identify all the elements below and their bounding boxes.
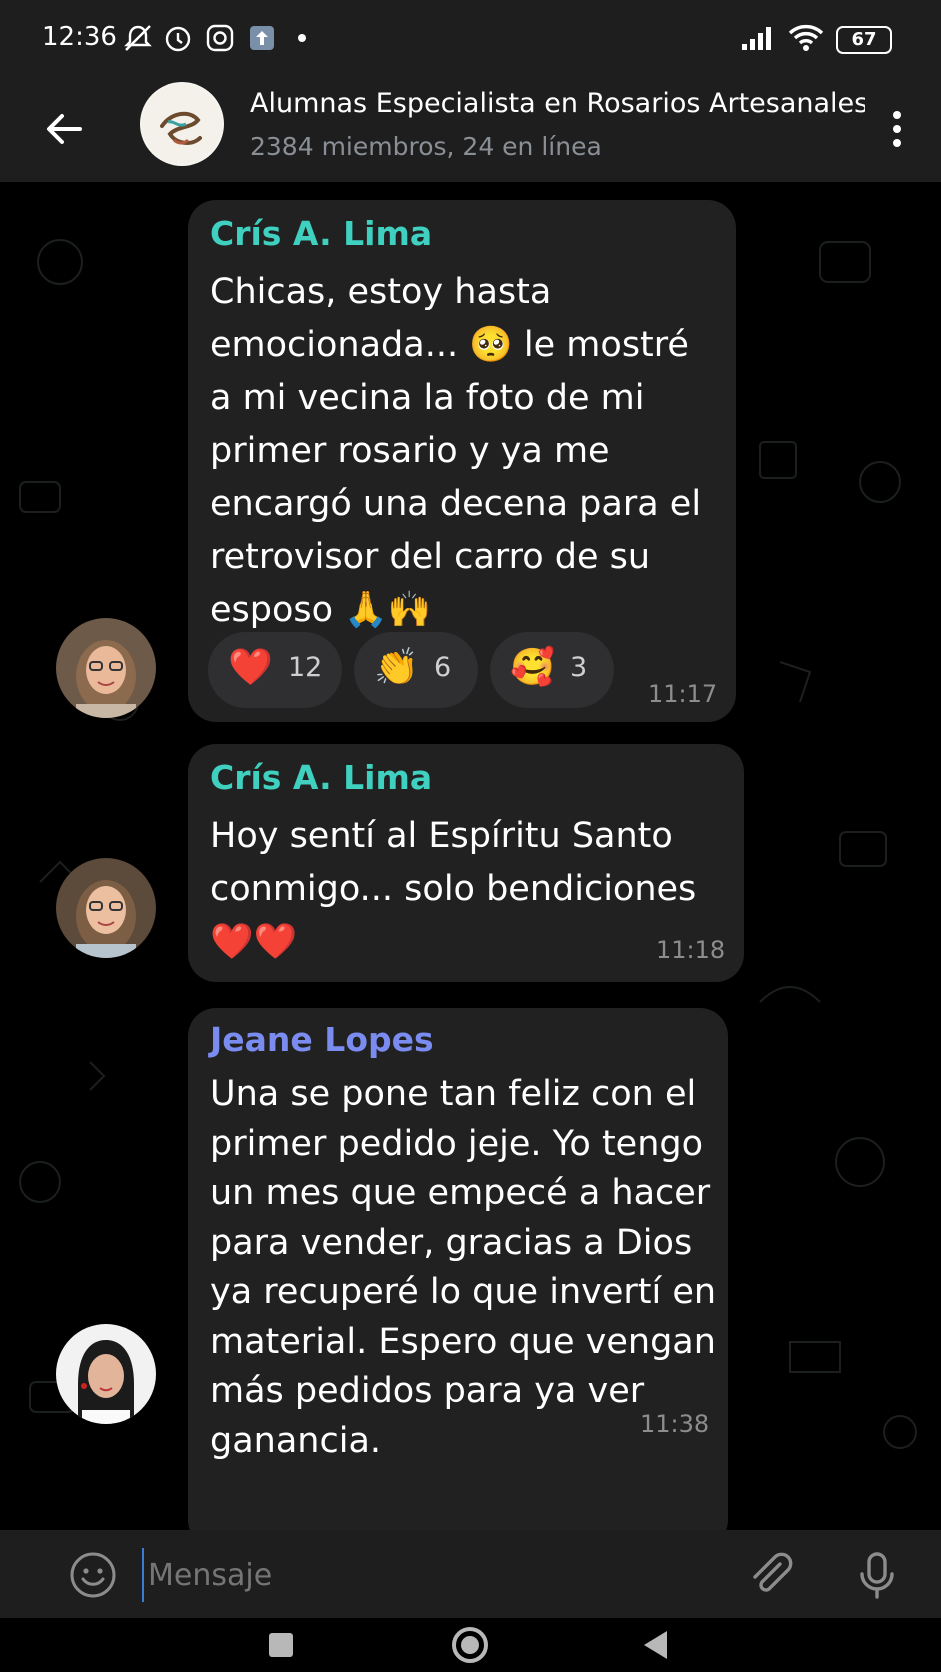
group-member-count: 2384 miembros, 24 en línea xyxy=(250,132,602,161)
back-button-icon[interactable] xyxy=(640,1628,670,1662)
attach-icon[interactable] xyxy=(746,1550,796,1600)
dot-icon xyxy=(298,34,306,42)
instagram-icon xyxy=(206,24,234,52)
smiling-hearts-emoji-icon: 🥰 xyxy=(510,647,555,688)
message-time: 11:38 xyxy=(640,1410,710,1438)
group-logo-icon xyxy=(142,84,222,164)
battery-level: 67 xyxy=(851,29,877,50)
back-arrow-icon[interactable] xyxy=(40,104,90,154)
reaction-clap[interactable]: 👏 6 xyxy=(354,632,478,708)
user-avatar-photo xyxy=(56,858,156,958)
clapping-emoji-icon: 👏 xyxy=(374,647,419,688)
message-bubble[interactable]: Crís A. Lima Hoy sentí al Espíritu Santo… xyxy=(188,744,744,982)
notifications-off-icon xyxy=(124,25,152,51)
more-menu-icon[interactable] xyxy=(882,104,912,154)
recents-button-icon[interactable] xyxy=(266,1630,296,1660)
avatar[interactable] xyxy=(56,858,156,958)
avatar[interactable] xyxy=(56,618,156,718)
chat-area[interactable]: Crís A. Lima Chicas, estoy hasta emocion… xyxy=(0,182,941,1530)
message-input[interactable] xyxy=(142,1548,750,1602)
emoji-icon[interactable] xyxy=(68,1550,118,1600)
message-sender[interactable]: Crís A. Lima xyxy=(210,214,432,253)
message-composer xyxy=(0,1530,941,1618)
upload-icon xyxy=(250,26,274,50)
status-time: 12:36 xyxy=(42,22,117,52)
signal-icon xyxy=(742,27,771,50)
heart-emoji-icon: ❤️ xyxy=(228,647,273,688)
reaction-count: 6 xyxy=(434,652,452,683)
group-avatar[interactable] xyxy=(140,82,224,166)
message-sender[interactable]: Jeane Lopes xyxy=(210,1020,434,1059)
battery-icon: 67 xyxy=(836,26,892,54)
wifi-icon xyxy=(788,24,824,51)
reaction-count: 3 xyxy=(570,652,588,683)
avatar[interactable] xyxy=(56,1324,156,1424)
reaction-count: 12 xyxy=(288,652,323,683)
message-time: 11:17 xyxy=(648,680,718,708)
system-nav-bar xyxy=(0,1618,941,1672)
alarm-icon xyxy=(165,26,191,52)
reaction-heart[interactable]: ❤️ 12 xyxy=(208,632,342,708)
microphone-icon[interactable] xyxy=(852,1550,902,1600)
group-title[interactable]: Alumnas Especialista en Rosarios Artesan… xyxy=(250,88,865,119)
message-bubble[interactable]: Crís A. Lima Chicas, estoy hasta emocion… xyxy=(188,200,736,722)
reaction-smiling-hearts[interactable]: 🥰 3 xyxy=(490,632,614,708)
message-bubble[interactable]: Jeane Lopes Una se pone tan feliz con el… xyxy=(188,1008,728,1530)
message-sender[interactable]: Crís A. Lima xyxy=(210,758,432,797)
message-text: Una se pone tan feliz con el primer pedi… xyxy=(210,1074,717,1461)
user-avatar-photo xyxy=(56,1324,156,1424)
chat-header: Alumnas Especialista en Rosarios Artesan… xyxy=(0,82,941,182)
message-time: 11:18 xyxy=(656,936,726,964)
user-avatar-photo xyxy=(56,618,156,718)
message-text: Chicas, estoy hasta emocionada... 🥺 le m… xyxy=(210,272,702,630)
status-bar: 12:36 67 xyxy=(0,0,941,82)
home-button-icon[interactable] xyxy=(450,1625,490,1665)
